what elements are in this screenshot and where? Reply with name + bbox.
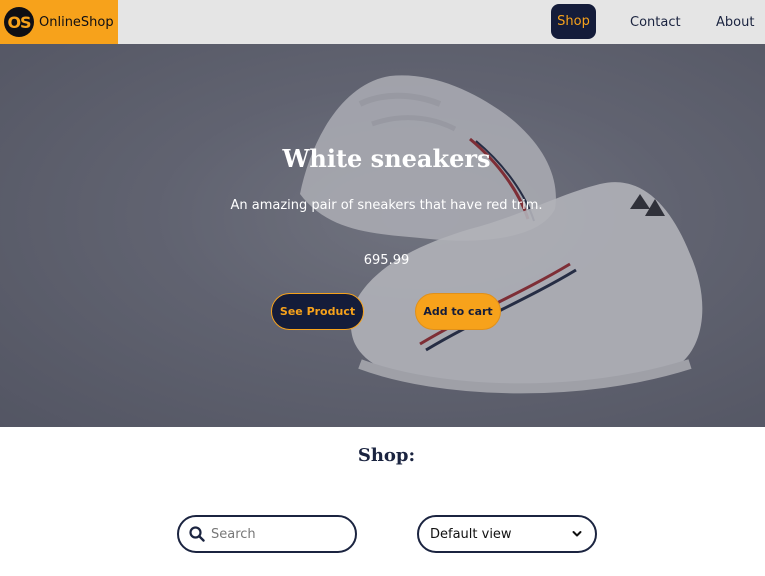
- brand-name: OnlineShop: [39, 14, 114, 30]
- nav-link-contact[interactable]: Contact: [630, 0, 681, 44]
- search-icon: [188, 525, 206, 543]
- top-navbar: OS OnlineShop Shop Contact About: [0, 0, 765, 44]
- add-to-cart-button[interactable]: Add to cart: [415, 293, 501, 330]
- shop-heading: Shop:: [357, 445, 416, 466]
- nav-link-shop[interactable]: Shop: [551, 4, 596, 39]
- view-select-value: Default view: [430, 526, 512, 542]
- hero-description: An amazing pair of sneakers that have re…: [230, 198, 543, 213]
- sneaker-image: [0, 44, 765, 427]
- view-select[interactable]: Default view: [417, 515, 597, 553]
- hero-banner: White sneakers An amazing pair of sneake…: [0, 44, 765, 427]
- nav-link-about[interactable]: About: [716, 0, 754, 44]
- hero-price: 695.99: [363, 253, 410, 268]
- chevron-down-icon: [572, 531, 582, 537]
- hero-title: White sneakers: [282, 144, 491, 173]
- brand-badge: OS: [4, 7, 34, 37]
- search-box[interactable]: [177, 515, 357, 553]
- search-input[interactable]: [211, 526, 341, 542]
- brand-logo-link[interactable]: OS OnlineShop: [0, 0, 118, 44]
- see-product-button[interactable]: See Product: [271, 293, 364, 330]
